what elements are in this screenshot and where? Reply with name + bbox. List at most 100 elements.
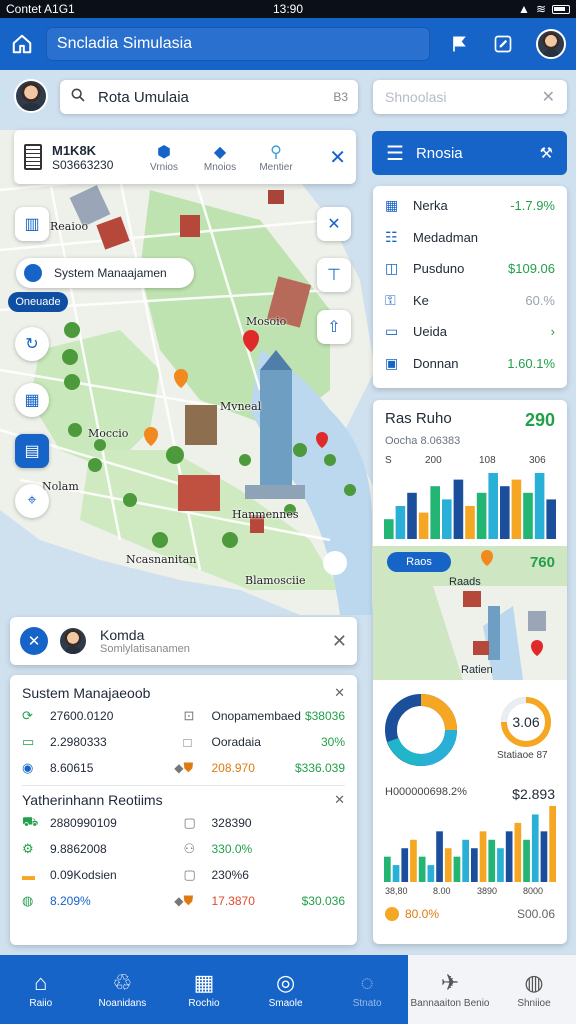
nav-item[interactable]: ♲ Noanidans	[82, 955, 164, 1024]
stat-cell[interactable]: ⚙ 9.8862008	[22, 836, 184, 862]
truck-icon: ⛟	[22, 814, 39, 829]
refresh-icon: ⟳	[22, 708, 33, 723]
plane-icon: ✈	[440, 970, 460, 995]
stat-label: Onopamembaed	[211, 709, 301, 723]
close-icon[interactable]: ✕	[334, 685, 345, 701]
tool-shield[interactable]: ⬢ Vrnios	[136, 142, 192, 173]
close-icon[interactable]: ✕	[334, 792, 345, 808]
stat-cell[interactable]: □ Ooradaia 30%	[184, 729, 346, 755]
tick-label: 200	[425, 455, 442, 466]
tick-label: 3890	[477, 886, 497, 896]
chart-bar	[500, 486, 510, 539]
mini-map[interactable]: Raos 760 Raads Ratien	[373, 546, 567, 680]
footer-right: S00.06	[516, 907, 555, 921]
stat-cell[interactable]: ◉ 8.60615 ◆	[22, 755, 184, 781]
row-label: Donnan	[413, 355, 459, 371]
stat-cell[interactable]: ▭ 2.2980333	[22, 729, 184, 755]
stat-cell[interactable]: ⛊ 208.970 $336.039	[184, 755, 346, 781]
edit-icon[interactable]	[488, 29, 518, 59]
stat-cell[interactable]: ▢ 230%6	[184, 862, 346, 888]
list-item[interactable]: ☷ Medadman	[385, 222, 555, 254]
tool-card: M1K8K S03663230 ⬢ Vrnios ◆ Mnoios ⚲ Mentier…	[14, 130, 356, 184]
close-icon[interactable]: ✕	[20, 627, 48, 655]
tool-layers[interactable]: ◆ Mnoios	[192, 142, 248, 173]
layers-icon[interactable]: ▤	[15, 434, 49, 468]
close-map-icon[interactable]: ✕	[317, 207, 351, 241]
secondary-search[interactable]: Shnoolasi ✕	[373, 80, 567, 114]
stat-value: $336.039	[294, 761, 345, 775]
stat-cell[interactable]: ⚇ 330.0%	[184, 836, 346, 862]
search-bar[interactable]: Rota Umulaia B3	[60, 80, 358, 114]
nav-item[interactable]: ▦ Rochio	[163, 955, 245, 1024]
status-time: 13:90	[272, 2, 304, 16]
list-item[interactable]: ▭ Ueida ›	[385, 316, 555, 348]
home-icon[interactable]	[10, 32, 34, 56]
nav-item[interactable]: ◎ Smaole	[245, 955, 327, 1024]
stat-cell[interactable]: ⊡ Onopamembaed $38036	[184, 703, 346, 729]
nav-item[interactable]: ⌂ Raiio	[0, 955, 82, 1024]
recycle-icon: ♲	[112, 970, 133, 995]
pin-icon: ◆	[174, 894, 184, 908]
app-title[interactable]: Sncladia Simulasia	[45, 27, 431, 61]
menu-icon[interactable]: ☰	[386, 141, 404, 166]
close-icon[interactable]: ✕	[329, 145, 346, 170]
analytics-card: Ras Ruho 290 Oocha 8.06383 S 200 108 306…	[373, 400, 567, 944]
nav-label: Smaole	[268, 998, 303, 1009]
compass-icon[interactable]: ⌖	[15, 484, 49, 518]
chart-bar	[479, 831, 487, 882]
map-avatar[interactable]	[14, 79, 48, 113]
list-item[interactable]: ◫ Pusduno $109.06	[385, 253, 555, 285]
navigate-icon[interactable]: ⇧	[317, 310, 351, 344]
list-item[interactable]: ⚿ Ke 60.%	[385, 285, 555, 317]
stat-label: 208.970	[211, 761, 255, 775]
list-item[interactable]: ▦ Nerka -1.7.9%	[385, 190, 555, 222]
tool-icon[interactable]: ⊤	[317, 258, 351, 292]
key-icon: ⚿	[385, 291, 396, 308]
pill-label: System Manaajamen	[54, 266, 167, 280]
system-pill[interactable]: System Manaajamen	[16, 258, 194, 288]
stat-label: 0.09Kodsien	[50, 868, 117, 882]
list-item[interactable]: ▣ Donnan 1.60.1%	[385, 348, 555, 380]
city-icon[interactable]: ▦	[15, 383, 49, 417]
stats-panel: Sustem Manajaeoob ✕ ⟳ 27600.0120 ⊡ Onopame…	[10, 675, 357, 945]
flag-icon[interactable]	[444, 29, 474, 59]
target-icon: ◎	[275, 970, 296, 995]
nav-item[interactable]: ◍ Shniioe	[492, 955, 576, 1024]
right-panel-header[interactable]: ☰ Rnosia ⚒	[372, 131, 567, 175]
nav-item[interactable]: ✈ Bannaaiton Benio	[408, 955, 492, 1024]
stat-cell[interactable]: ▢ 328390	[184, 810, 346, 836]
stat-label: 2.2980333	[50, 735, 107, 749]
clear-icon[interactable]: ✕	[542, 87, 555, 107]
stat-cell[interactable]: ▬ 0.09Kodsien	[22, 862, 184, 888]
stat-cell[interactable]: ⛟ 2880990109	[22, 810, 184, 836]
tool-pin[interactable]: ⚲ Mentier	[248, 142, 304, 173]
chart-bar	[410, 839, 417, 882]
panel-header: Yatherinhann Reotiims ✕	[22, 790, 345, 810]
search-input[interactable]: Rota Umulaia	[98, 89, 333, 106]
chart-bar	[488, 473, 498, 539]
profile-avatar[interactable]	[536, 29, 566, 59]
chart-bar	[392, 865, 400, 882]
chart-bar	[384, 519, 394, 539]
nav-label: Rochio	[188, 998, 220, 1009]
secondary-search-input[interactable]: Shnoolasi	[385, 89, 542, 105]
nav-item[interactable]: ◌ Stnato	[326, 955, 408, 1024]
gear-icon: ⚙	[22, 841, 34, 856]
refresh-icon[interactable]: ↻	[15, 327, 49, 361]
stat-label: 17.3870	[211, 894, 255, 908]
dismiss-icon[interactable]: ✕	[332, 631, 347, 652]
tool-card-subtitle: S03663230	[52, 157, 114, 172]
map-tag[interactable]: Raos	[387, 552, 451, 572]
nav-label: Bannaaiton Benio	[410, 998, 490, 1009]
avatar	[58, 626, 88, 656]
tools-icon[interactable]: ⚒	[540, 144, 553, 162]
metrics-list: ▦ Nerka -1.7.9% ☷ Medadman ◫ Pusduno $109.06 …	[373, 186, 567, 388]
map-tag[interactable]: Oneuade	[8, 292, 68, 312]
map-label: Ratien	[461, 664, 493, 676]
battery-icon	[552, 4, 570, 14]
building-icon[interactable]: ▥	[15, 207, 49, 241]
stat-cell[interactable]: ⟳ 27600.0120	[22, 703, 184, 729]
stat-cell[interactable]: ⛊ 17.3870 $30.036	[184, 888, 346, 914]
calendar-icon: ▦	[193, 970, 215, 995]
stat-cell[interactable]: ◍ 8.209% ◆	[22, 888, 184, 914]
